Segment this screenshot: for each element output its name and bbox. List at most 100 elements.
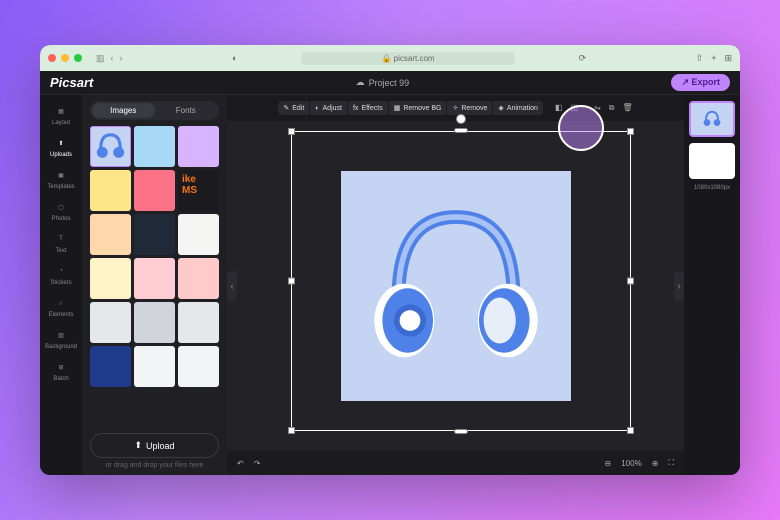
ctx-removebg-button[interactable]: ▦Remove BG bbox=[389, 101, 447, 115]
resize-handle-mb[interactable] bbox=[454, 429, 468, 434]
nav-label: Stickers bbox=[50, 280, 71, 286]
nav-text[interactable]: T Text bbox=[40, 227, 82, 259]
tutorial-highlight bbox=[558, 105, 604, 151]
sidebar-toggle-icon[interactable]: ▥ bbox=[96, 53, 105, 64]
nav-templates[interactable]: ▣ Templates bbox=[40, 163, 82, 195]
nav-stickers[interactable]: ◔ Stickers bbox=[40, 259, 82, 291]
redo-icon[interactable]: ↷ bbox=[254, 459, 261, 468]
upload-button[interactable]: ⬆ Upload bbox=[90, 433, 219, 458]
thumbnail[interactable] bbox=[90, 346, 131, 387]
thumbnail[interactable] bbox=[134, 302, 175, 343]
rotate-handle[interactable] bbox=[456, 114, 466, 124]
nav-uploads[interactable]: ⬆ Uploads bbox=[40, 131, 82, 163]
minimize-window-icon[interactable] bbox=[61, 54, 69, 62]
new-tab-icon[interactable]: + bbox=[711, 53, 716, 63]
forward-icon[interactable]: › bbox=[120, 53, 123, 63]
shield-icon[interactable]: ◐ bbox=[232, 53, 237, 63]
url-text: picsart.com bbox=[394, 54, 435, 63]
close-window-icon[interactable] bbox=[48, 54, 56, 62]
thumbnail[interactable]: ikeMS bbox=[178, 170, 219, 211]
resize-handle-tr[interactable] bbox=[627, 128, 634, 135]
stickers-icon: ◔ bbox=[54, 264, 68, 278]
thumbnail[interactable] bbox=[90, 214, 131, 255]
app-body: ▦ Layout ⬆ Uploads ▣ Templates ▢ Photos … bbox=[40, 95, 740, 475]
nav-label: Text bbox=[55, 248, 66, 254]
drag-hint: or drag and drop your files here bbox=[90, 462, 219, 469]
project-title[interactable]: ☁ Project 99 bbox=[356, 77, 410, 88]
text-icon: T bbox=[54, 232, 68, 246]
tab-images[interactable]: Images bbox=[92, 103, 155, 118]
canvas-stage[interactable]: ‹ › bbox=[227, 121, 684, 451]
tab-fonts[interactable]: Fonts bbox=[155, 103, 218, 118]
ctx-effects-button[interactable]: fxEffects bbox=[348, 101, 388, 115]
bottom-bar: ↶ ↷ ⊖ 100% ⊕ ⛶ bbox=[227, 451, 684, 475]
thumbnail[interactable] bbox=[178, 214, 219, 255]
layer-thumb-bg[interactable] bbox=[689, 143, 735, 179]
resize-handle-tl[interactable] bbox=[288, 128, 295, 135]
thumbnail[interactable] bbox=[134, 170, 175, 211]
tabs-icon[interactable]: ⊞ bbox=[724, 53, 732, 64]
thumbnail[interactable] bbox=[90, 126, 131, 167]
thumbnail[interactable] bbox=[134, 126, 175, 167]
back-icon[interactable]: ‹ bbox=[111, 53, 114, 63]
layers-rail: 1080x1080px bbox=[684, 95, 740, 475]
browser-chrome: ▥ ‹ › ◐ 🔒 picsart.com ⟳ ⇧ + ⊞ bbox=[40, 45, 740, 71]
resize-handle-br[interactable] bbox=[627, 427, 634, 434]
duplicate-icon[interactable]: ⧉ bbox=[609, 103, 615, 113]
export-icon: ↗ bbox=[681, 77, 691, 87]
nav-elements[interactable]: ☆ Elements bbox=[40, 291, 82, 323]
lock-icon: 🔒 bbox=[381, 54, 391, 63]
nav-label: Layout bbox=[52, 120, 70, 126]
nav-background[interactable]: ▨ Background bbox=[40, 323, 82, 355]
collapse-panel-right[interactable]: › bbox=[674, 271, 684, 301]
layer-preview-icon bbox=[697, 107, 727, 131]
thumbnail[interactable] bbox=[90, 258, 131, 299]
nav-label: Templates bbox=[47, 184, 74, 190]
ctx-adjust-button[interactable]: ◐Adjust bbox=[310, 101, 347, 115]
collapse-panel-left[interactable]: ‹ bbox=[227, 271, 237, 301]
artboard[interactable] bbox=[341, 171, 571, 401]
removebg-icon: ▦ bbox=[394, 104, 401, 112]
opacity-icon[interactable]: ◧ bbox=[555, 103, 563, 113]
undo-icon[interactable]: ↶ bbox=[237, 459, 244, 468]
url-bar[interactable]: 🔒 picsart.com bbox=[301, 52, 514, 65]
thumbnail[interactable] bbox=[134, 214, 175, 255]
maximize-window-icon[interactable] bbox=[74, 54, 82, 62]
resize-handle-mt[interactable] bbox=[454, 128, 468, 133]
thumbnail[interactable] bbox=[178, 258, 219, 299]
delete-icon[interactable]: 🗑 bbox=[623, 103, 633, 113]
nav-label: Batch bbox=[53, 376, 68, 382]
thumbnail[interactable] bbox=[178, 346, 219, 387]
nav-batch[interactable]: ⊞ Batch bbox=[40, 355, 82, 387]
share-icon[interactable]: ⇧ bbox=[696, 53, 704, 64]
zoom-in-icon[interactable]: ⊕ bbox=[652, 459, 659, 468]
templates-icon: ▣ bbox=[54, 168, 68, 182]
resize-handle-mr[interactable] bbox=[627, 278, 634, 285]
export-button[interactable]: ↗ Export bbox=[671, 74, 730, 91]
app-topbar: Picsart ☁ Project 99 ↗ Export bbox=[40, 71, 740, 95]
ctx-remove-button[interactable]: ✧Remove bbox=[447, 101, 492, 115]
nav-layout[interactable]: ▦ Layout bbox=[40, 99, 82, 131]
thumbnail[interactable] bbox=[134, 346, 175, 387]
effects-icon: fx bbox=[353, 105, 358, 112]
thumbnail[interactable] bbox=[90, 170, 131, 211]
zoom-level[interactable]: 100% bbox=[621, 459, 641, 468]
fit-icon[interactable]: ⛶ bbox=[668, 458, 674, 468]
resize-handle-ml[interactable] bbox=[288, 278, 295, 285]
layer-thumb-active[interactable] bbox=[689, 101, 735, 137]
ctx-label: Adjust bbox=[323, 105, 342, 112]
app-logo[interactable]: Picsart bbox=[50, 75, 93, 90]
thumbnail-grid: ikeMS bbox=[90, 126, 219, 427]
ctx-animation-button[interactable]: ◈Animation bbox=[493, 101, 543, 115]
thumbnail[interactable] bbox=[178, 126, 219, 167]
resize-handle-bl[interactable] bbox=[288, 427, 295, 434]
thumbnail[interactable] bbox=[90, 302, 131, 343]
thumbnail[interactable] bbox=[134, 258, 175, 299]
ctx-edit-button[interactable]: ✎Edit bbox=[278, 101, 309, 115]
reload-icon[interactable]: ⟳ bbox=[579, 53, 587, 64]
canvas-area: ✎Edit ◐Adjust fxEffects ▦Remove BG ✧Remo… bbox=[227, 95, 684, 475]
nav-photos[interactable]: ▢ Photos bbox=[40, 195, 82, 227]
zoom-out-icon[interactable]: ⊖ bbox=[605, 459, 612, 468]
thumbnail[interactable] bbox=[178, 302, 219, 343]
ctx-label: Effects bbox=[361, 105, 382, 112]
